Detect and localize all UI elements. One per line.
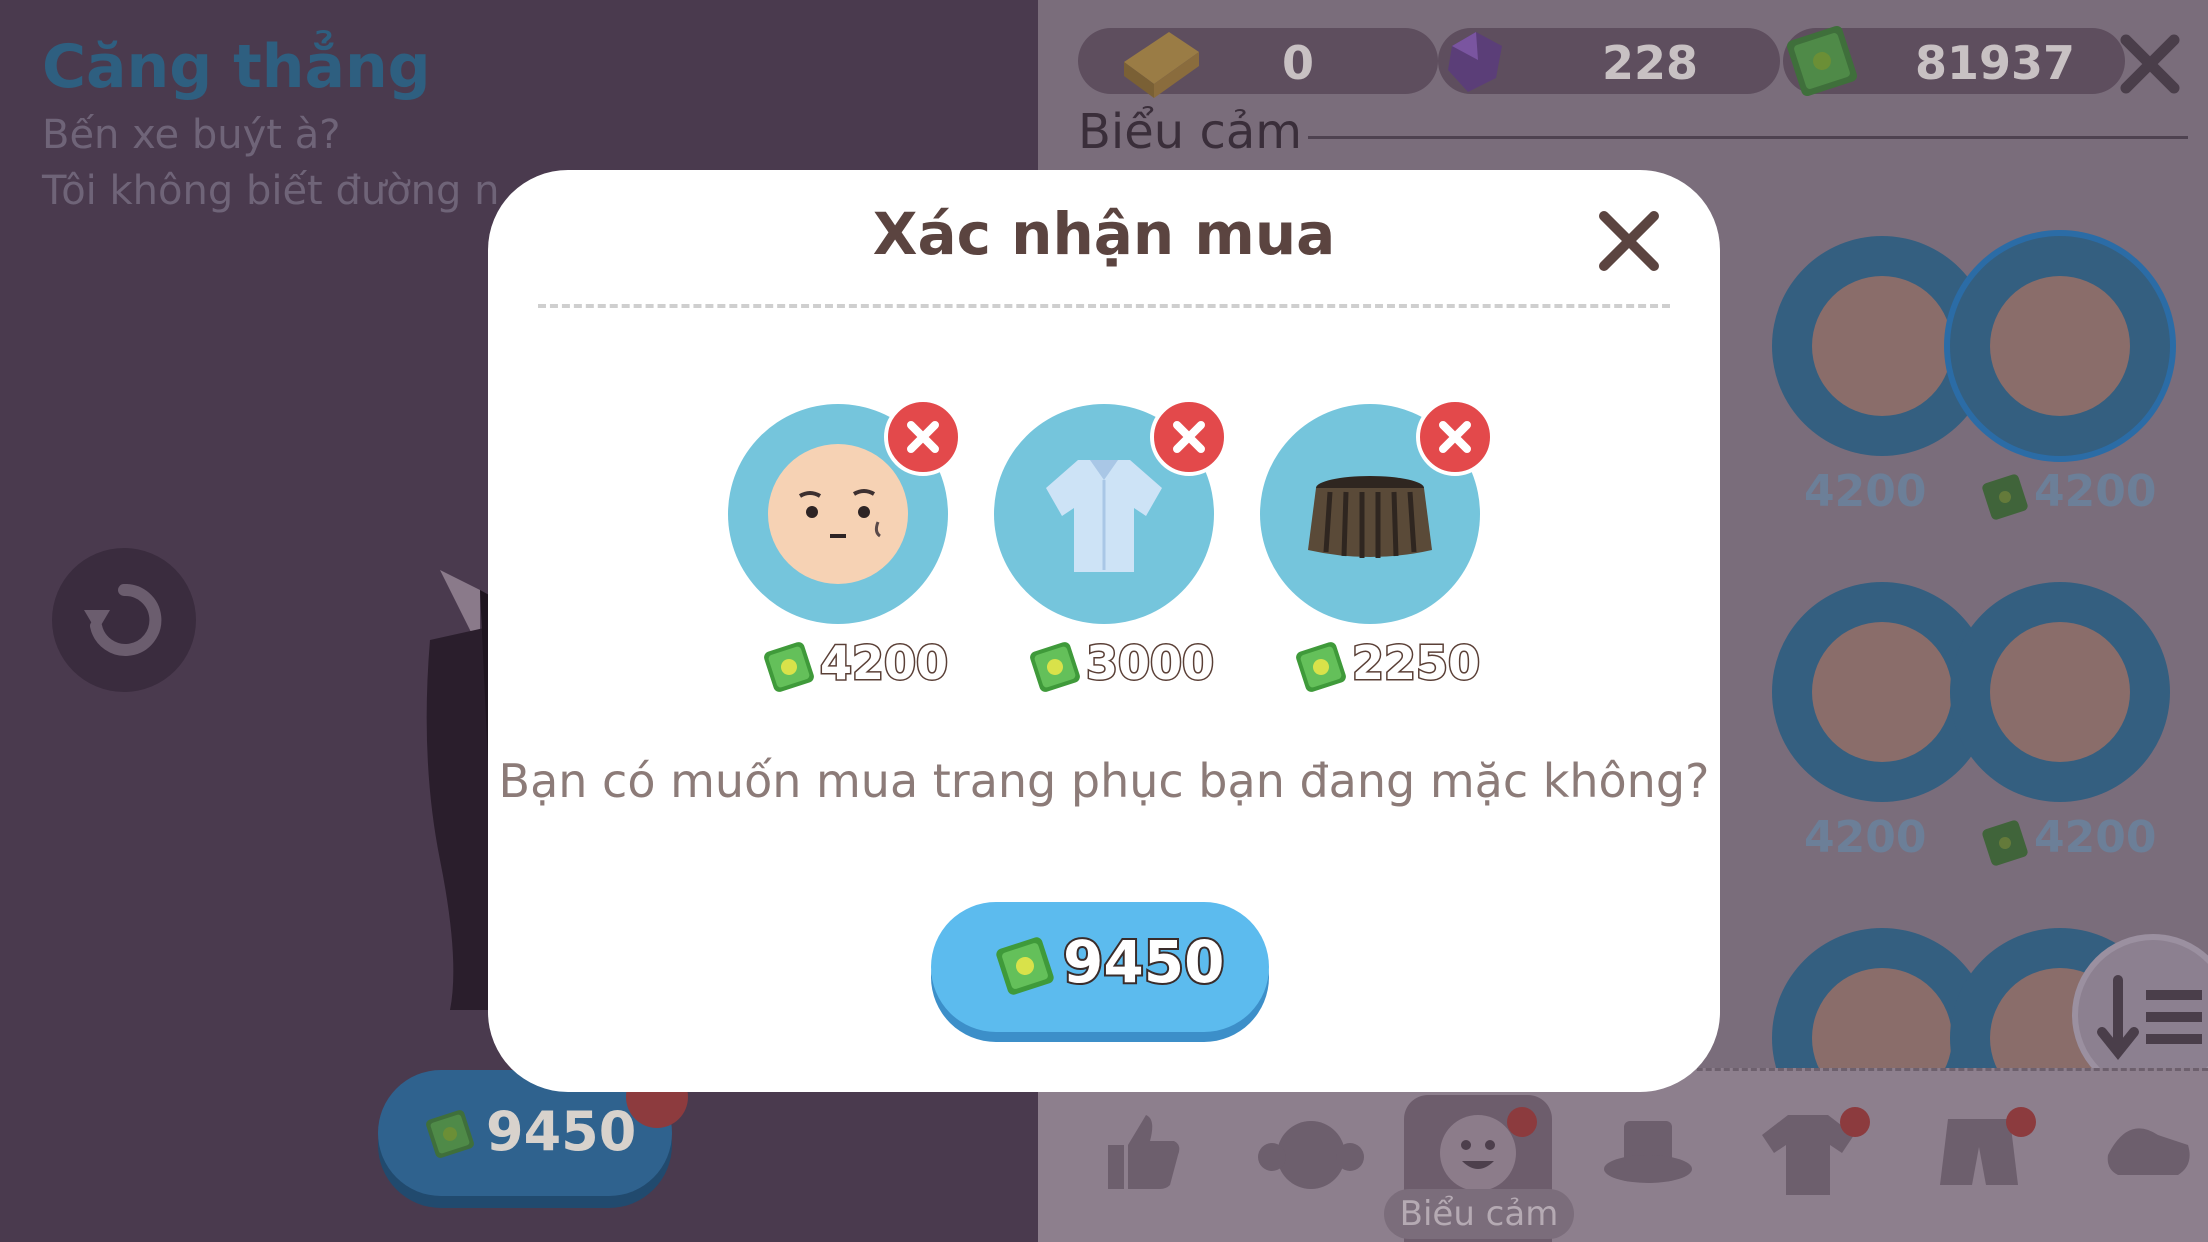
buy-button[interactable]: 9450 (931, 902, 1269, 1032)
cart-item-skirt[interactable] (1260, 398, 1494, 624)
close-dialog-button[interactable] (1594, 206, 1664, 276)
confirm-message: Bạn có muốn mua trang phục bạn đang mặc … (498, 754, 1710, 808)
face-price: 4200 (1958, 812, 2178, 872)
cart-item-face[interactable] (728, 398, 962, 624)
shirt-icon (994, 460, 1214, 628)
face-item[interactable] (1950, 582, 2170, 802)
face-icon (728, 444, 948, 628)
face-price-text: 4200 (2034, 466, 2157, 517)
close-icon (2116, 34, 2184, 102)
buy-button-price: 9450 (1061, 926, 1226, 998)
shirt-icon (1758, 1115, 1858, 1209)
section-title: Biểu cảm (1078, 104, 1303, 160)
dialog-divider (538, 304, 1670, 308)
tab-emotes-label: Biểu cảm (1384, 1189, 1574, 1239)
gem-value: 228 (1601, 36, 1699, 90)
purchase-confirm-dialog: Xác nhận mua 4200 3000 2250 Bạn có muốn … (488, 170, 1720, 1092)
dialog-line-2: Tôi không biết đường n (42, 168, 500, 214)
close-shop-button[interactable] (2116, 30, 2184, 98)
face-price-text: 4200 (1804, 466, 1927, 517)
money-icon (422, 1106, 478, 1166)
cart-item-price: 4200 (738, 634, 958, 700)
money-icon (1980, 818, 2030, 879)
skirt-icon (1260, 476, 1480, 628)
shorts-icon (1934, 1119, 2024, 1199)
thumbs-up-icon (1094, 1115, 1184, 1199)
gold-currency: 0 (1078, 28, 1438, 98)
gem-icon (1438, 24, 1514, 104)
cart-item-price-text: 3000 (1084, 635, 1215, 692)
money-icon (1783, 22, 1861, 104)
dialog-line-1: Bến xe buýt à? (42, 112, 341, 158)
cart-item-price: 3000 (1004, 634, 1224, 700)
gem-currency: 228 (1438, 28, 1780, 94)
cart-item-price-text: 4200 (818, 635, 949, 692)
money-icon (1292, 638, 1350, 707)
face-price: 4200 (1728, 466, 1948, 526)
category-bar: Biểu cảm (1038, 1068, 2208, 1242)
total-price-text: 9450 (486, 1100, 637, 1163)
emotion-title: Căng thẳng (42, 32, 431, 102)
cart-item-shirt[interactable] (994, 398, 1228, 624)
remove-item-button[interactable] (1150, 398, 1228, 476)
cart-item-price: 2250 (1270, 634, 1490, 700)
cash-value: 81937 (1914, 36, 2076, 90)
notification-dot (1507, 1107, 1537, 1137)
money-icon (1980, 472, 2030, 533)
tab-hair[interactable] (1256, 1105, 1366, 1215)
money-icon (1026, 638, 1084, 707)
reset-button[interactable] (52, 548, 196, 692)
close-icon (1594, 211, 1664, 280)
notification-dot (1840, 1107, 1870, 1137)
cash-currency: 81937 (1783, 26, 2125, 96)
hat-icon (1598, 1121, 1698, 1199)
remove-item-button[interactable] (1416, 398, 1494, 476)
remove-item-button[interactable] (884, 398, 962, 476)
tab-shoes[interactable] (2098, 1105, 2208, 1215)
cart-item-price-text: 2250 (1350, 635, 1481, 692)
face-price-text: 4200 (1804, 812, 1927, 863)
money-icon (760, 638, 818, 707)
money-icon (993, 934, 1057, 1012)
tab-likes[interactable] (1094, 1105, 1204, 1215)
section-divider (1308, 136, 2188, 139)
shoe-icon (2098, 1128, 2198, 1199)
face-price: 4200 (1728, 812, 1948, 872)
notification-dot (2006, 1107, 2036, 1137)
hair-icon (1256, 1121, 1366, 1209)
gold-value: 0 (1281, 36, 1314, 90)
tab-hats[interactable] (1598, 1105, 1708, 1215)
face-item-selected[interactable] (1950, 236, 2170, 456)
face-price-text: 4200 (2034, 812, 2157, 863)
face-price: 4200 (1958, 466, 2178, 526)
dialog-title: Xác nhận mua (872, 200, 1336, 268)
